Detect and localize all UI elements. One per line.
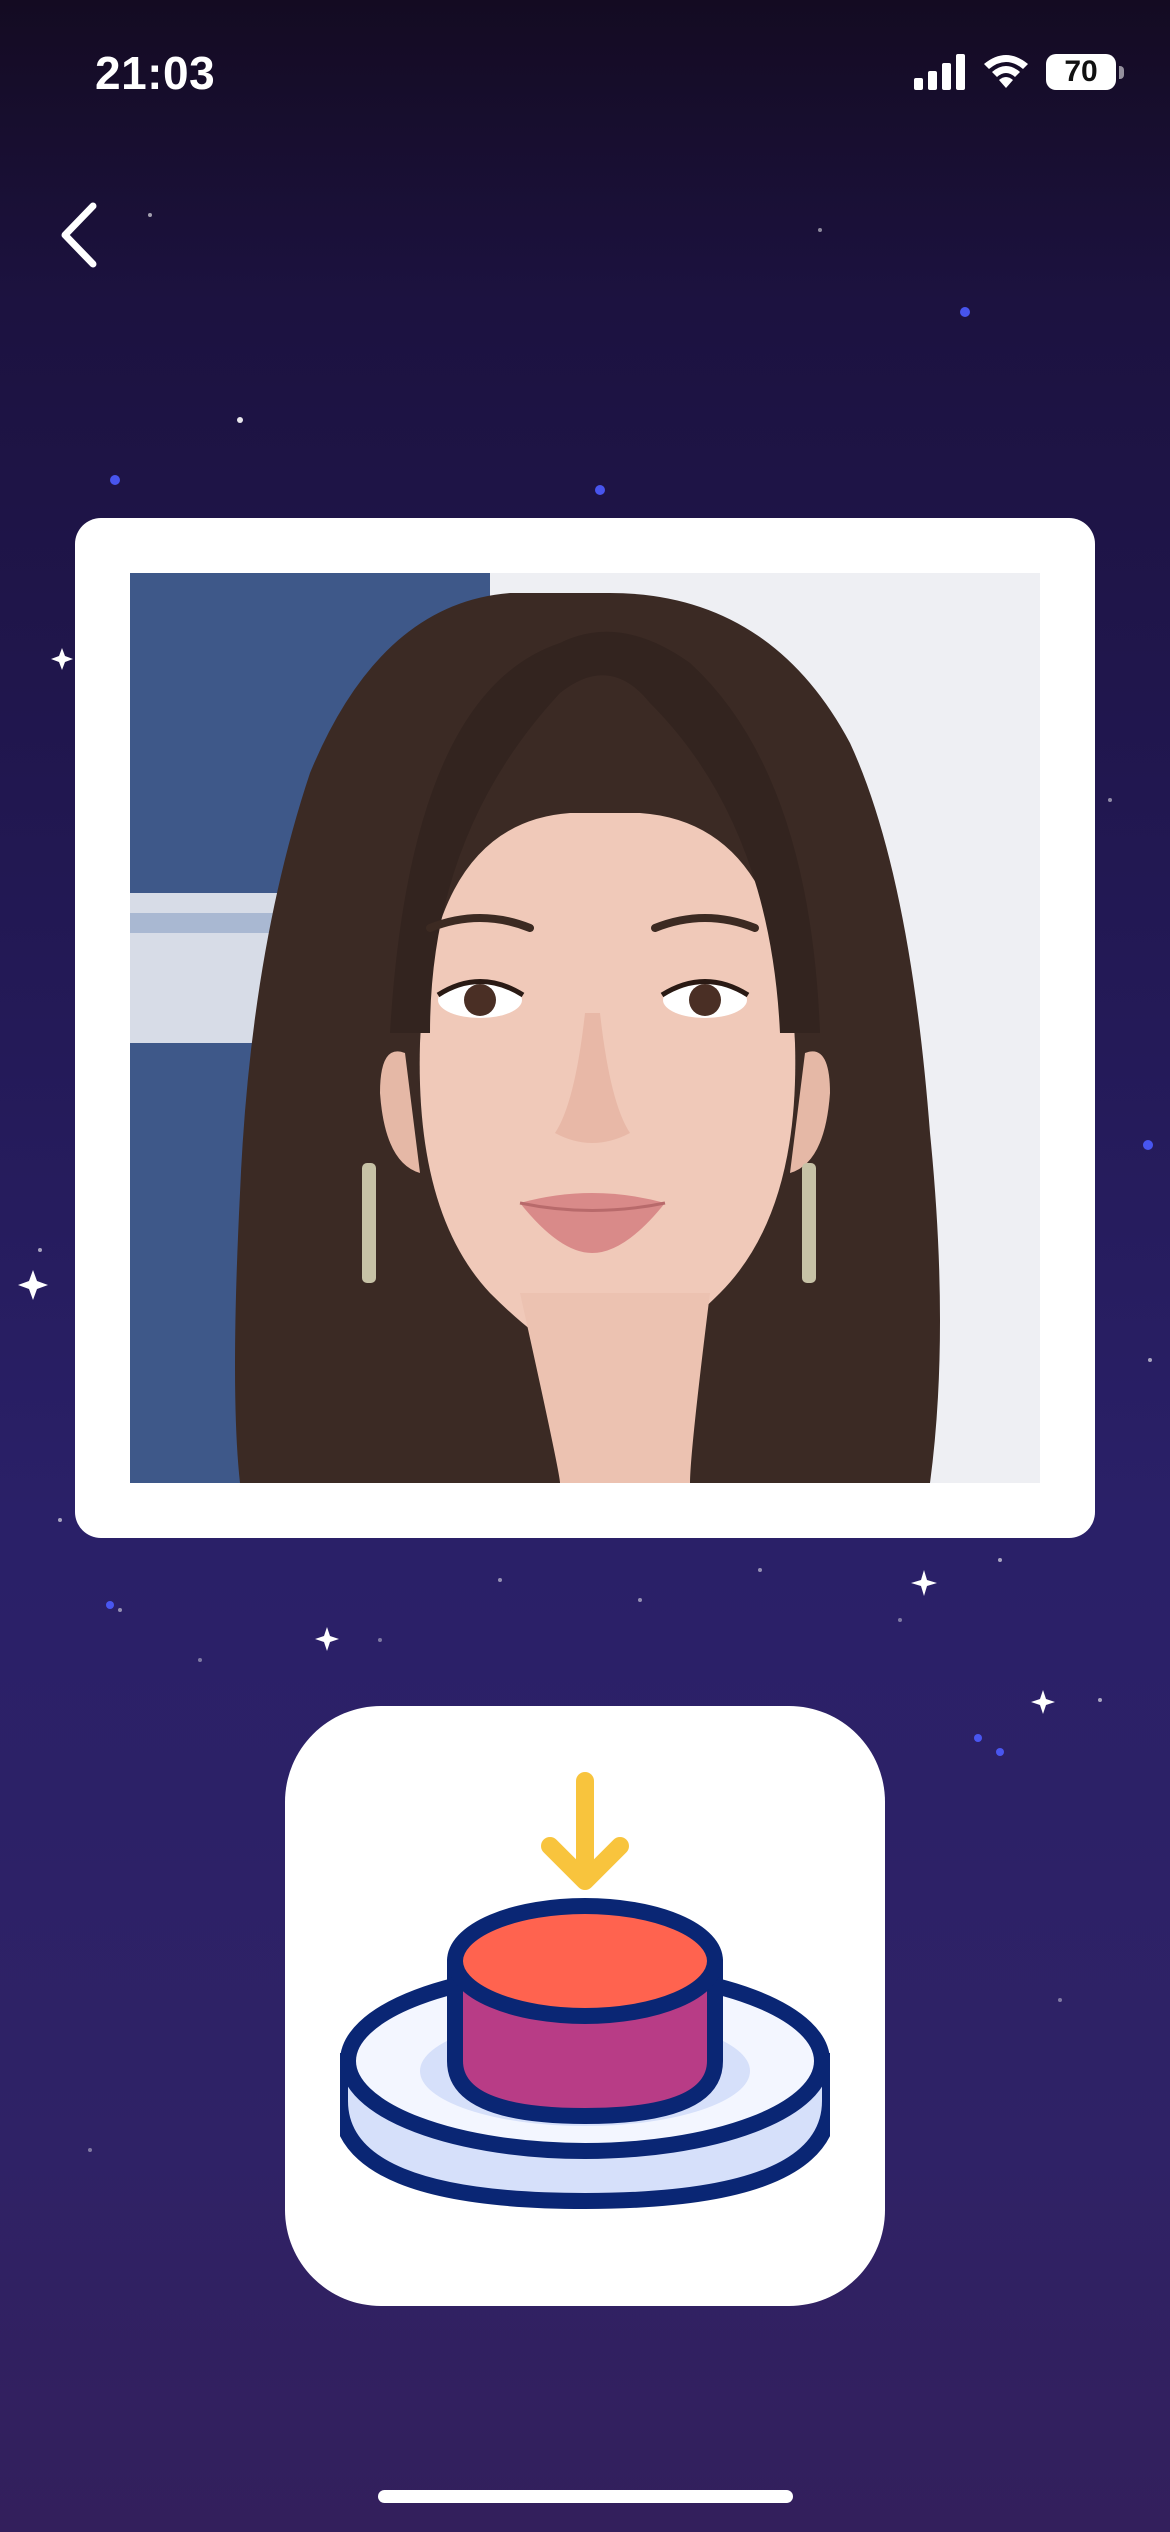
back-button[interactable] [40, 190, 120, 280]
portrait-photo [130, 573, 1040, 1483]
chevron-left-icon [61, 202, 97, 268]
download-button-tile[interactable] [285, 1706, 885, 2306]
wifi-icon [984, 55, 1028, 88]
photo-card [75, 518, 1095, 1538]
home-indicator[interactable] [378, 2490, 793, 2503]
battery-level: 70 [1064, 55, 1098, 88]
download-button-icon [340, 1772, 830, 2209]
battery-tip [1119, 66, 1124, 79]
status-time: 21:03 [95, 47, 216, 99]
status-icons: 70 [914, 48, 1124, 96]
battery-icon: 70 [1046, 54, 1124, 90]
status-bar: 21:03 70 [0, 0, 1170, 150]
cellular-signal-icon [914, 54, 965, 90]
portrait-illustration [130, 573, 1040, 1483]
